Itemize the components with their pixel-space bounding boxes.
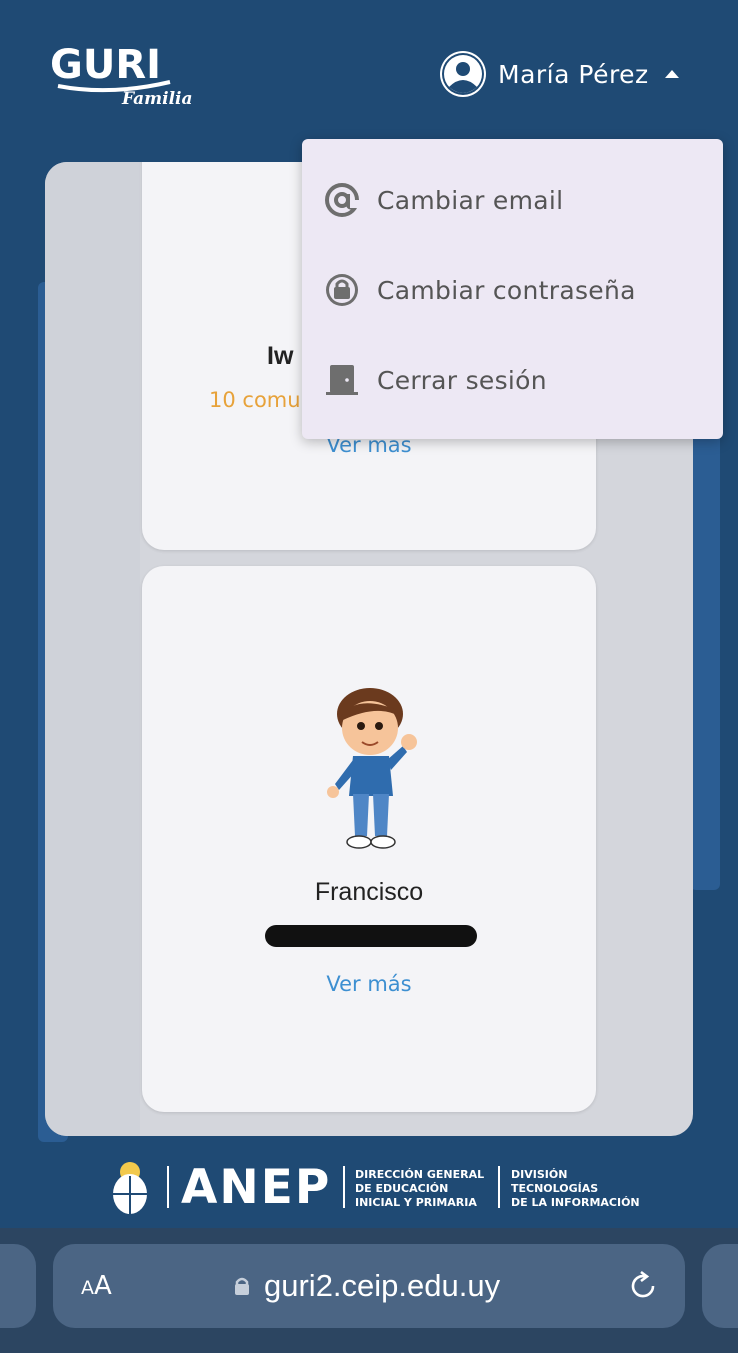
coat-of-arms-icon — [113, 1162, 147, 1214]
previous-tab[interactable] — [0, 1244, 36, 1328]
menu-item-change-email[interactable]: Cambiar email — [302, 165, 723, 235]
menu-item-label: Cambiar email — [377, 185, 564, 215]
redacted-surname — [265, 925, 477, 947]
next-tab[interactable] — [702, 1244, 738, 1328]
background-decoration — [690, 420, 720, 890]
at-icon — [324, 182, 360, 218]
child-card[interactable]: Francisco Ver más — [142, 566, 596, 1112]
panel-left-shade — [45, 162, 140, 1136]
menu-item-change-password[interactable]: Cambiar contraseña — [302, 255, 723, 325]
division-name: DIVISIÓN TECNOLOGÍAS DE LA INFORMACIÓN — [511, 1168, 640, 1209]
app-header: GURI Familia María Pérez — [0, 0, 738, 140]
address-bar[interactable]: AA guri2.ceip.edu.uy — [53, 1244, 685, 1328]
user-name: María Pérez — [498, 59, 649, 89]
anep-footer: ANEP DIRECCIÓN GENERAL DE EDUCACIÓN INIC… — [105, 1158, 645, 1218]
menu-item-logout[interactable]: Cerrar sesión — [302, 345, 723, 415]
divider — [167, 1166, 169, 1208]
door-icon — [324, 362, 360, 398]
caret-up-icon — [664, 70, 679, 78]
reader-settings-button[interactable]: AA — [81, 1271, 112, 1301]
browser-toolbar: AA guri2.ceip.edu.uy — [0, 1228, 738, 1353]
ver-mas-link[interactable]: Ver más — [142, 972, 596, 996]
child-name: Francisco — [314, 878, 424, 906]
user-avatar-icon — [440, 51, 486, 97]
child-avatar-illustration — [327, 688, 417, 849]
menu-item-label: Cambiar contraseña — [377, 275, 636, 305]
svg-text:Familia: Familia — [121, 89, 193, 109]
user-dropdown-menu: Cambiar email Cambiar contraseña Cerrar … — [302, 139, 723, 439]
url-text: guri2.ceip.edu.uy — [264, 1268, 501, 1303]
divider — [498, 1166, 500, 1208]
anep-wordmark: ANEP — [181, 1160, 332, 1215]
divider — [343, 1166, 345, 1208]
communications-count: 10 comu — [209, 388, 301, 412]
lock-icon — [324, 272, 360, 308]
user-menu-toggle[interactable]: María Pérez — [440, 50, 679, 98]
lock-icon — [235, 1277, 249, 1295]
reload-icon[interactable] — [627, 1270, 659, 1302]
org-name: DIRECCIÓN GENERAL DE EDUCACIÓN INICIAL Y… — [355, 1168, 485, 1209]
svg-text:GURI: GURI — [50, 42, 161, 88]
menu-item-label: Cerrar sesión — [377, 365, 547, 395]
guri-familia-logo[interactable]: GURI Familia — [50, 38, 200, 114]
